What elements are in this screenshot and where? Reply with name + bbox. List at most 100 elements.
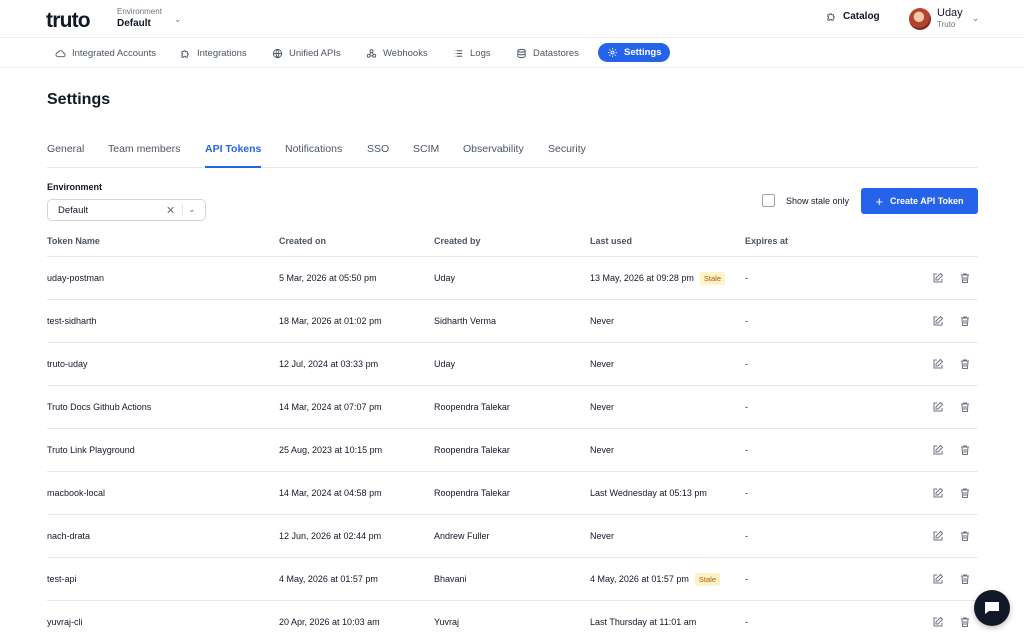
last-used-cell-text: 13 May, 2026 at 09:28 pm — [590, 273, 694, 283]
tab-sso[interactable]: SSO — [367, 143, 389, 168]
trash-icon — [961, 273, 969, 283]
edit-token-button[interactable] — [931, 572, 945, 586]
settings-tabs: General Team members API Tokens Notifica… — [47, 141, 978, 168]
trash-icon — [961, 359, 969, 369]
delete-token-button[interactable] — [958, 529, 972, 543]
truto-logo[interactable]: truto — [46, 9, 91, 33]
clear-icon[interactable]: ✕ — [166, 204, 175, 217]
create-api-token-label: Create API Token — [890, 196, 964, 206]
created-by-cell-text: Sidharth Verma — [434, 316, 497, 326]
created-by-cell-text: Uday — [434, 359, 456, 369]
token-name-cell-text: Truto Docs Github Actions — [47, 402, 152, 412]
environment-select[interactable]: Default ✕ ⌄ — [47, 199, 206, 221]
edit-token-button[interactable] — [931, 357, 945, 371]
last-used-cell-text: Last Wednesday at 05:13 pm — [590, 488, 707, 498]
user-menu[interactable]: Uday Truto ⌄ — [909, 7, 979, 30]
database-icon — [517, 48, 526, 58]
tab-notifications[interactable]: Notifications — [285, 143, 342, 168]
edit-token-button[interactable] — [931, 314, 945, 328]
delete-token-button[interactable] — [958, 572, 972, 586]
expires-at-cell: - — [745, 343, 748, 385]
nav-item-datastores[interactable]: Datastores — [516, 44, 579, 62]
created-by-cell: Roopendra Talekar — [434, 472, 510, 514]
chevron-down-icon[interactable]: ⌄ — [188, 204, 196, 215]
tab-observability[interactable]: Observability — [463, 143, 524, 168]
token-name-cell-text: uday-postman — [47, 273, 105, 283]
nav-item-webhooks[interactable]: Webhooks — [366, 44, 428, 62]
edit-token-button[interactable] — [931, 529, 945, 543]
token-name-cell: test-sidharth — [47, 300, 97, 342]
nav-item-integrations[interactable]: Integrations — [180, 44, 247, 62]
nav-item-label: Integrations — [197, 47, 247, 59]
created-on-cell: 4 May, 2026 at 01:57 pm — [279, 558, 378, 600]
nav-item-label: Unified APIs — [289, 47, 341, 59]
edit-token-button[interactable] — [931, 271, 945, 285]
nav-item-logs[interactable]: Logs — [453, 44, 491, 62]
created-on-cell-text: 5 Mar, 2026 at 05:50 pm — [279, 273, 377, 283]
delete-token-button[interactable] — [958, 443, 972, 457]
delete-token-button[interactable] — [958, 314, 972, 328]
tab-general[interactable]: General — [47, 143, 84, 168]
expires-at-cell-text: - — [745, 273, 748, 283]
edit-icon — [933, 573, 944, 584]
expires-at-cell: - — [745, 257, 748, 299]
created-on-cell-text: 20 Apr, 2026 at 10:03 am — [279, 617, 380, 627]
tab-team-members[interactable]: Team members — [108, 143, 180, 168]
edit-token-button[interactable] — [931, 400, 945, 414]
tab-security[interactable]: Security — [548, 143, 586, 168]
created-by-cell: Uday — [434, 257, 455, 299]
show-stale-checkbox[interactable] — [762, 194, 775, 207]
expires-at-cell-text: - — [745, 316, 748, 326]
gear-icon — [608, 48, 617, 57]
last-used-cell: 13 May, 2026 at 09:28 pm Stale — [590, 257, 726, 299]
table-row: test-sidharth 18 Mar, 2026 at 01:02 pm Sid… — [47, 300, 978, 343]
edit-token-button[interactable] — [931, 615, 945, 629]
expires-at-cell-text: - — [745, 617, 748, 627]
column-header-expires-at: Expires at — [745, 236, 789, 246]
last-used-cell-text: Never — [590, 402, 615, 412]
created-on-cell-text: 12 Jul, 2024 at 03:33 pm — [279, 359, 379, 369]
nav-item-settings[interactable]: Settings — [598, 43, 671, 62]
edit-icon — [933, 272, 944, 283]
delete-token-button[interactable] — [958, 271, 972, 285]
created-by-cell: Roopendra Talekar — [434, 386, 510, 428]
trash-icon — [961, 316, 969, 326]
table-row: uday-postman 5 Mar, 2026 at 05:50 pm Uday 1… — [47, 257, 978, 300]
nav-item-unified-apis[interactable]: Unified APIs — [272, 44, 341, 62]
delete-token-button[interactable] — [958, 615, 972, 629]
catalog-button[interactable]: Catalog — [826, 11, 880, 22]
nav-item-integrated-accounts[interactable]: Integrated Accounts — [55, 44, 156, 62]
created-by-cell-text: Andrew Fuller — [434, 531, 490, 541]
tab-scim[interactable]: SCIM — [413, 143, 439, 168]
token-name-cell-text: yuvraj-cli — [47, 617, 83, 627]
chat-button[interactable] — [974, 590, 1010, 626]
created-by-cell-text: Yuvraj — [434, 617, 460, 627]
column-header-last-used: Last used — [590, 236, 633, 246]
edit-token-button[interactable] — [931, 486, 945, 500]
last-used-cell-text: Never — [590, 531, 615, 541]
delete-token-button[interactable] — [958, 357, 972, 371]
trash-icon — [961, 402, 969, 412]
expires-at-cell-text: - — [745, 488, 748, 498]
environment-switcher[interactable]: Environment Default ⌄ — [117, 7, 181, 30]
last-used-cell: Never — [590, 515, 614, 557]
nav-item-label: Logs — [470, 47, 491, 59]
plus-icon: + — [875, 193, 884, 209]
delete-token-button[interactable] — [958, 486, 972, 500]
tab-api-tokens[interactable]: API Tokens — [205, 143, 262, 168]
delete-token-button[interactable] — [958, 400, 972, 414]
created-on-cell: 18 Mar, 2026 at 01:02 pm — [279, 300, 382, 342]
show-stale-toggle[interactable]: Show stale only — [762, 194, 849, 207]
trash-icon — [961, 574, 969, 584]
edit-icon — [933, 444, 944, 455]
edit-icon — [933, 616, 944, 627]
created-on-cell: 14 Mar, 2024 at 04:58 pm — [279, 472, 382, 514]
create-api-token-button[interactable]: + Create API Token — [861, 188, 978, 214]
created-on-cell-text: 12 Jun, 2026 at 02:44 pm — [279, 531, 382, 541]
environment-switcher-label: Environment — [117, 7, 162, 16]
token-name-cell-text: nach-drata — [47, 531, 91, 541]
edit-token-button[interactable] — [931, 443, 945, 457]
created-by-cell-text: Roopendra Talekar — [434, 402, 510, 412]
trash-icon — [961, 445, 969, 455]
puzzle-icon — [181, 49, 189, 58]
